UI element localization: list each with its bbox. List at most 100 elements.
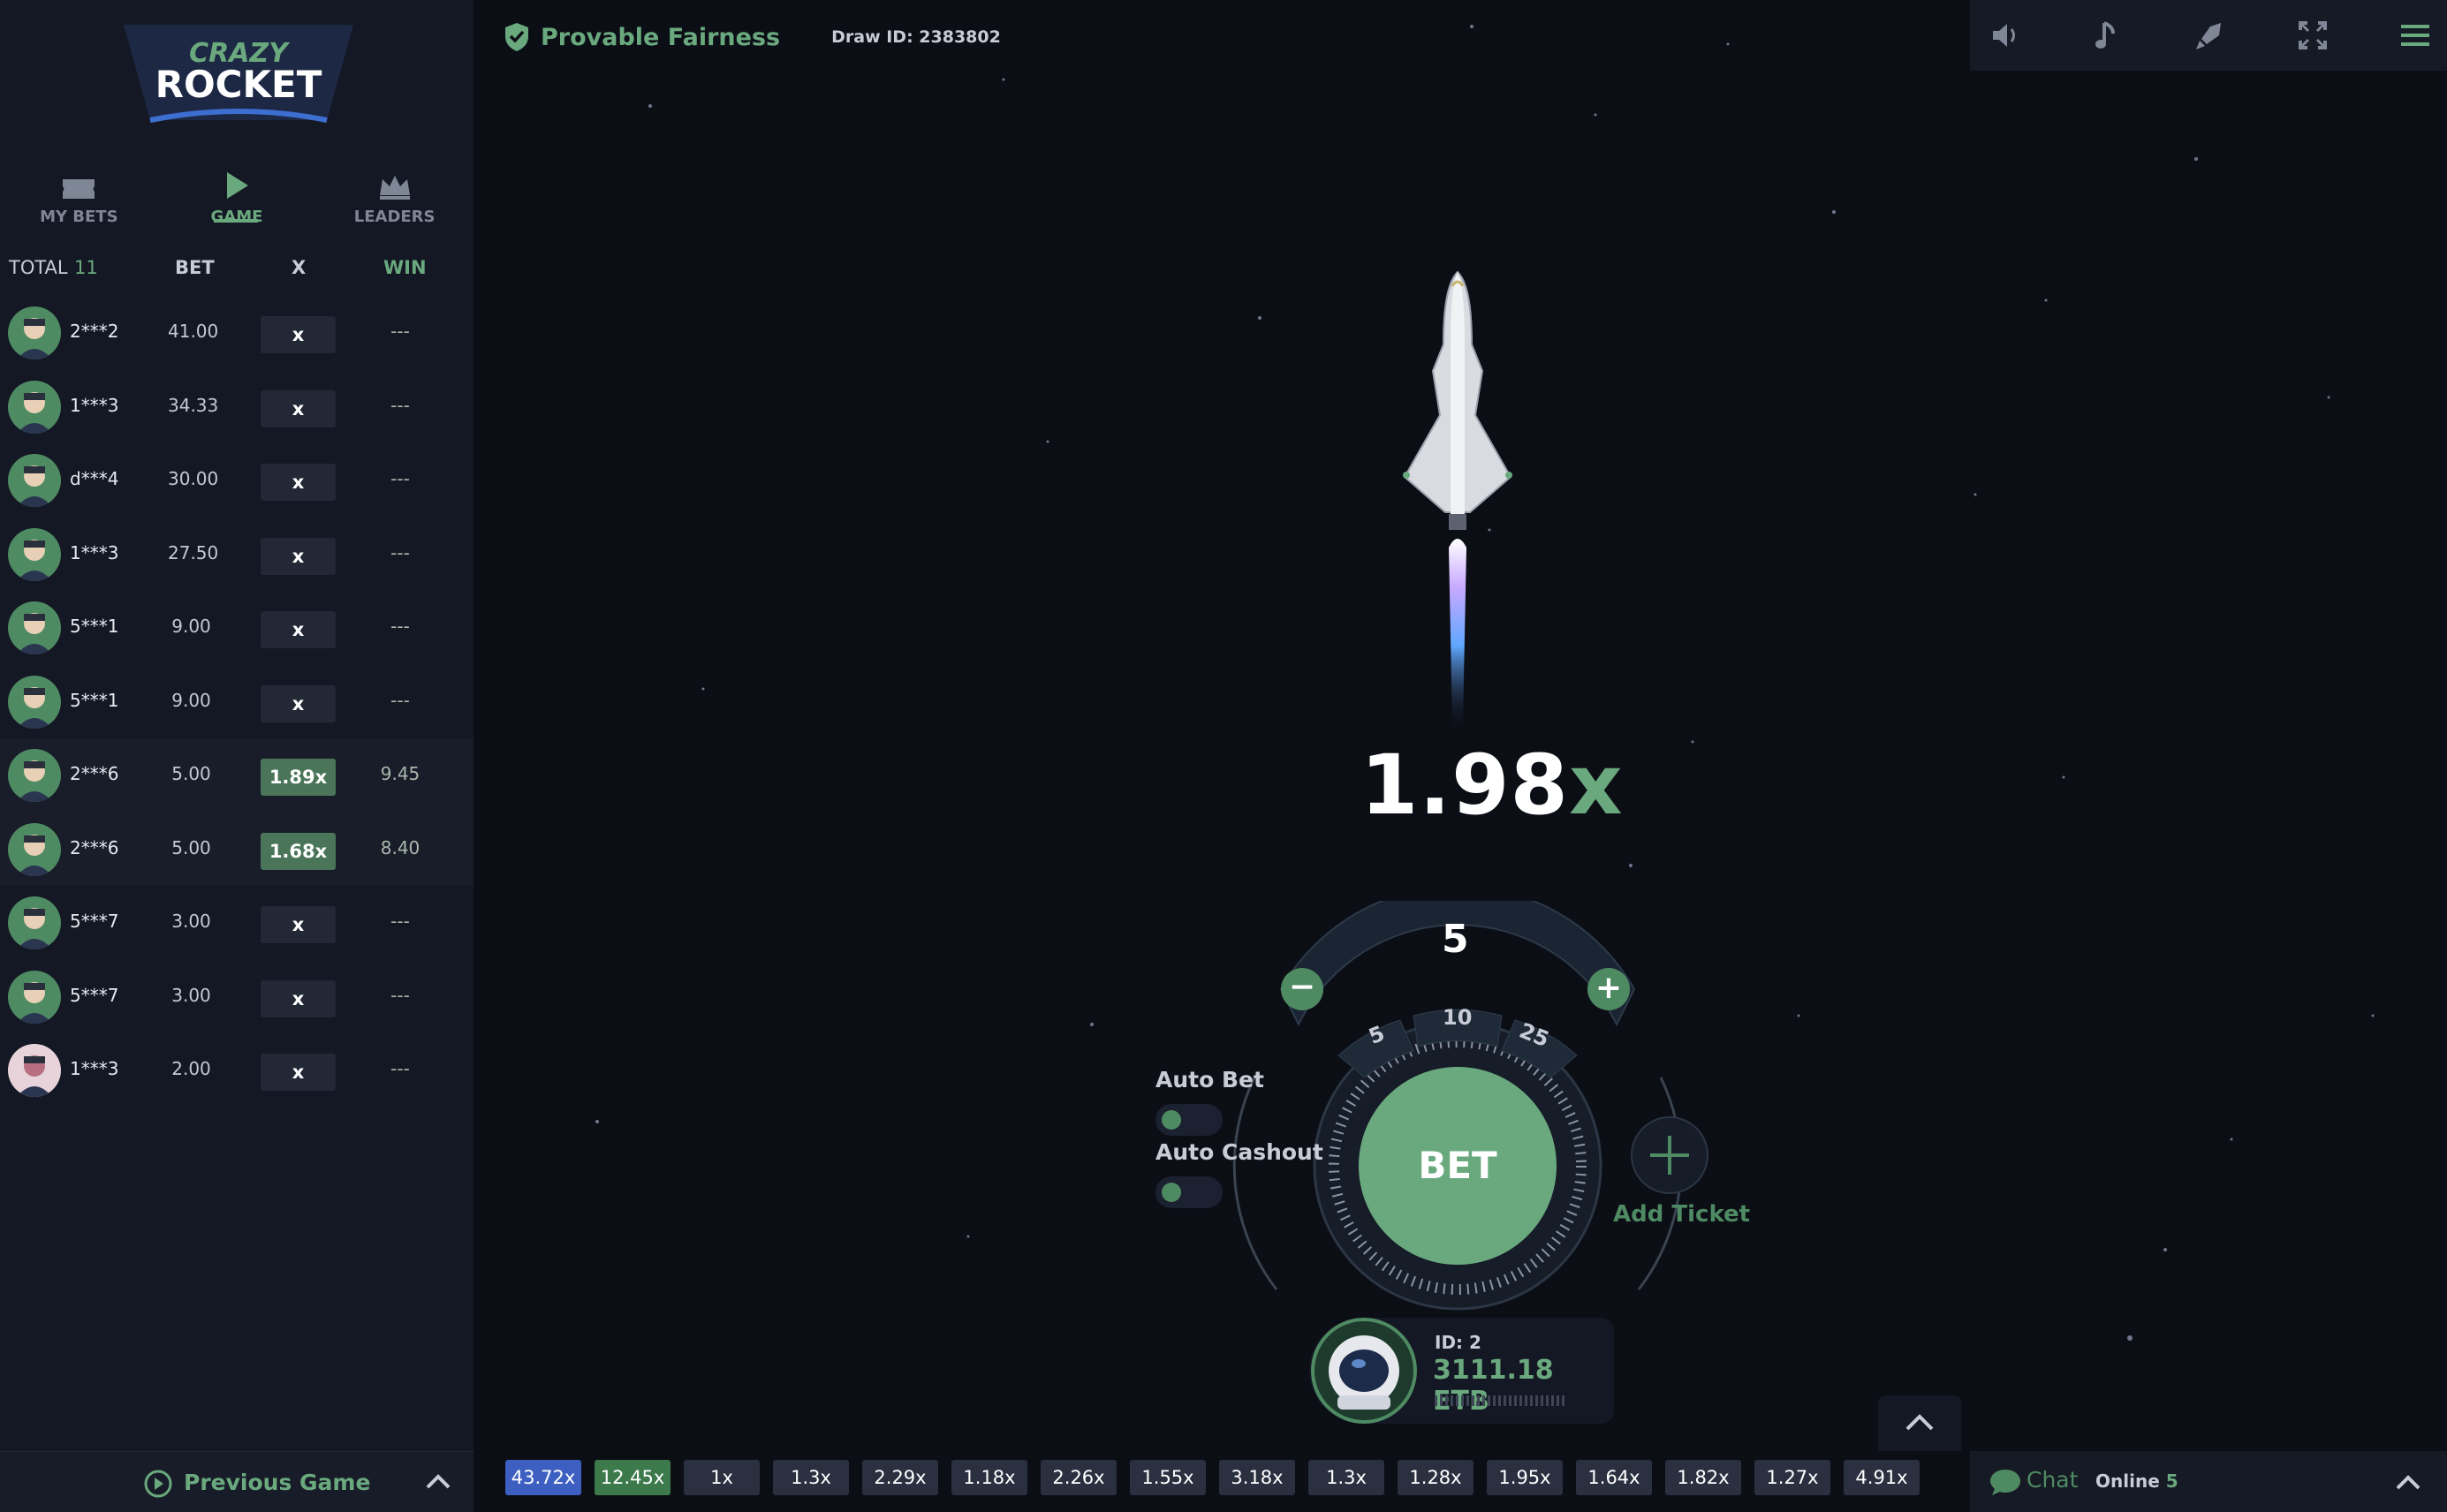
user-avatar-icon [17,318,52,359]
history-chip[interactable]: 3.18x [1219,1460,1295,1495]
draw-id: Draw ID: 2383802 [831,27,1001,47]
quick-amount-10[interactable]: 10 [1443,1005,1472,1030]
history-chip[interactable]: 4.91x [1844,1460,1920,1495]
history-chip[interactable]: 1.64x [1576,1460,1652,1495]
avatar [8,380,61,434]
row-user: 5***7 [70,984,119,1006]
table-row: 5***7 3.00 x --- [0,886,473,960]
history-chip[interactable]: 2.26x [1041,1460,1117,1495]
top-bar: Provable Fairness Draw ID: 2383802 [504,18,1001,57]
rocket-sprite [1403,270,1512,733]
user-avatar-icon [17,613,52,654]
user-avatar-icon [17,539,52,581]
history-chip[interactable]: 2.29x [862,1460,938,1495]
history-chip[interactable]: 1x [684,1460,760,1495]
bet-button-label: BET [1418,1144,1497,1187]
row-multiplier: x [261,1054,336,1091]
user-avatar-icon [17,1055,52,1097]
history-chip[interactable]: 12.45x [595,1460,670,1495]
user-avatar-icon [17,465,52,507]
user-avatar-icon [17,834,52,876]
avatar [8,601,61,654]
tab-my-bets[interactable]: MY BETS [12,150,145,226]
previous-game-label: Previous Game [184,1470,371,1495]
history-chip[interactable]: 1.3x [1308,1460,1384,1495]
avatar [8,896,61,949]
menu-icon[interactable] [2398,18,2433,53]
history-chip[interactable]: 1.18x [951,1460,1027,1495]
row-user: 2***6 [70,836,119,858]
user-avatar-icon [17,686,52,729]
scroll-up-button[interactable] [1878,1395,1961,1451]
chevron-up-icon[interactable] [424,1471,452,1491]
row-multiplier: x [261,464,336,501]
sound-icon[interactable] [1988,18,2023,53]
row-bet: 34.33 [168,394,219,416]
bets-sidebar: CRAZY ROCKET MY BETS GAME LEADERS TOTAL … [0,0,473,1512]
fullscreen-icon[interactable] [2295,18,2330,53]
decrease-bet-button[interactable]: − [1281,968,1323,1010]
history-chip[interactable]: 43.72x [505,1460,581,1495]
chat-bar[interactable]: Chat Online 5 [1970,1451,2447,1512]
provable-fairness-link[interactable]: Provable Fairness [541,24,780,51]
chevron-up-icon[interactable] [2394,1472,2422,1492]
table-row: 1***3 34.33 x --- [0,370,473,444]
history-chip[interactable]: 1.27x [1754,1460,1830,1495]
multiplier-suffix: x [1568,737,1624,834]
row-bet: 3.00 [171,911,211,932]
row-multiplier: x [261,389,336,427]
tab-game[interactable]: GAME [170,150,303,226]
total-count: 11 [74,257,98,278]
row-multiplier: x [261,684,336,722]
row-win: --- [390,468,410,489]
bet-button[interactable]: BET [1359,1067,1557,1265]
chevron-up-icon [1905,1414,1934,1431]
chat-icon [1990,1470,2020,1495]
history-chip[interactable]: 1.28x [1398,1460,1474,1495]
history-chip[interactable]: 1.55x [1130,1460,1206,1495]
user-avatar-icon [17,981,52,1024]
crazy-rocket-logo: CRAZY ROCKET [124,25,353,123]
total-label: TOTAL [9,257,68,278]
row-win: --- [390,689,410,711]
tickets-icon [63,179,95,199]
history-chip[interactable]: 1.3x [773,1460,849,1495]
auto-bet-toggle[interactable] [1155,1104,1223,1136]
music-icon[interactable] [2090,18,2125,53]
shield-check-icon [505,23,528,51]
history-icon [144,1470,172,1498]
row-win: 9.45 [380,763,420,784]
history-chip[interactable]: 1.95x [1487,1460,1563,1495]
astronaut-icon [1329,1335,1399,1410]
tab-leaders[interactable]: LEADERS [329,150,461,226]
col-bet: BET [175,257,215,278]
bet-amount-display[interactable]: 5 [1442,917,1469,962]
row-user: 5***1 [70,616,119,637]
rocket-icon[interactable] [2193,18,2228,53]
row-win: --- [390,321,410,342]
row-bet: 9.00 [171,616,211,637]
add-ticket-label[interactable]: Add Ticket [1613,1201,1750,1228]
auto-cashout-toggle[interactable] [1155,1176,1223,1208]
table-row: d***4 30.00 x --- [0,443,473,518]
history-chip[interactable]: 1.82x [1665,1460,1741,1495]
avatar [8,1044,61,1097]
previous-game-bar[interactable]: Previous Game [0,1451,473,1512]
row-user: 1***3 [70,541,119,563]
increase-bet-button[interactable]: + [1587,968,1630,1010]
row-win: 8.40 [380,836,420,858]
toolbar [1970,0,2447,71]
row-user: d***4 [70,468,119,489]
col-x: X [292,257,307,278]
add-ticket-button[interactable] [1631,1116,1708,1194]
row-win: --- [390,394,410,416]
multiplier-value: 1.98 [1360,737,1569,834]
bets-table-rows: 2***2 41.00 x --- 1***3 34.33 x --- d***4 30.00 x -… [0,296,473,1108]
row-bet: 30.00 [168,468,219,489]
quick-amount-25[interactable]: 25 [1516,1018,1552,1052]
account-id: ID: 2 [1435,1332,1481,1353]
crown-icon [379,176,410,200]
sidebar-nav: MY BETS GAME LEADERS [0,150,473,230]
quick-amount-5[interactable]: 5 [1365,1021,1388,1049]
avatar [8,454,61,507]
